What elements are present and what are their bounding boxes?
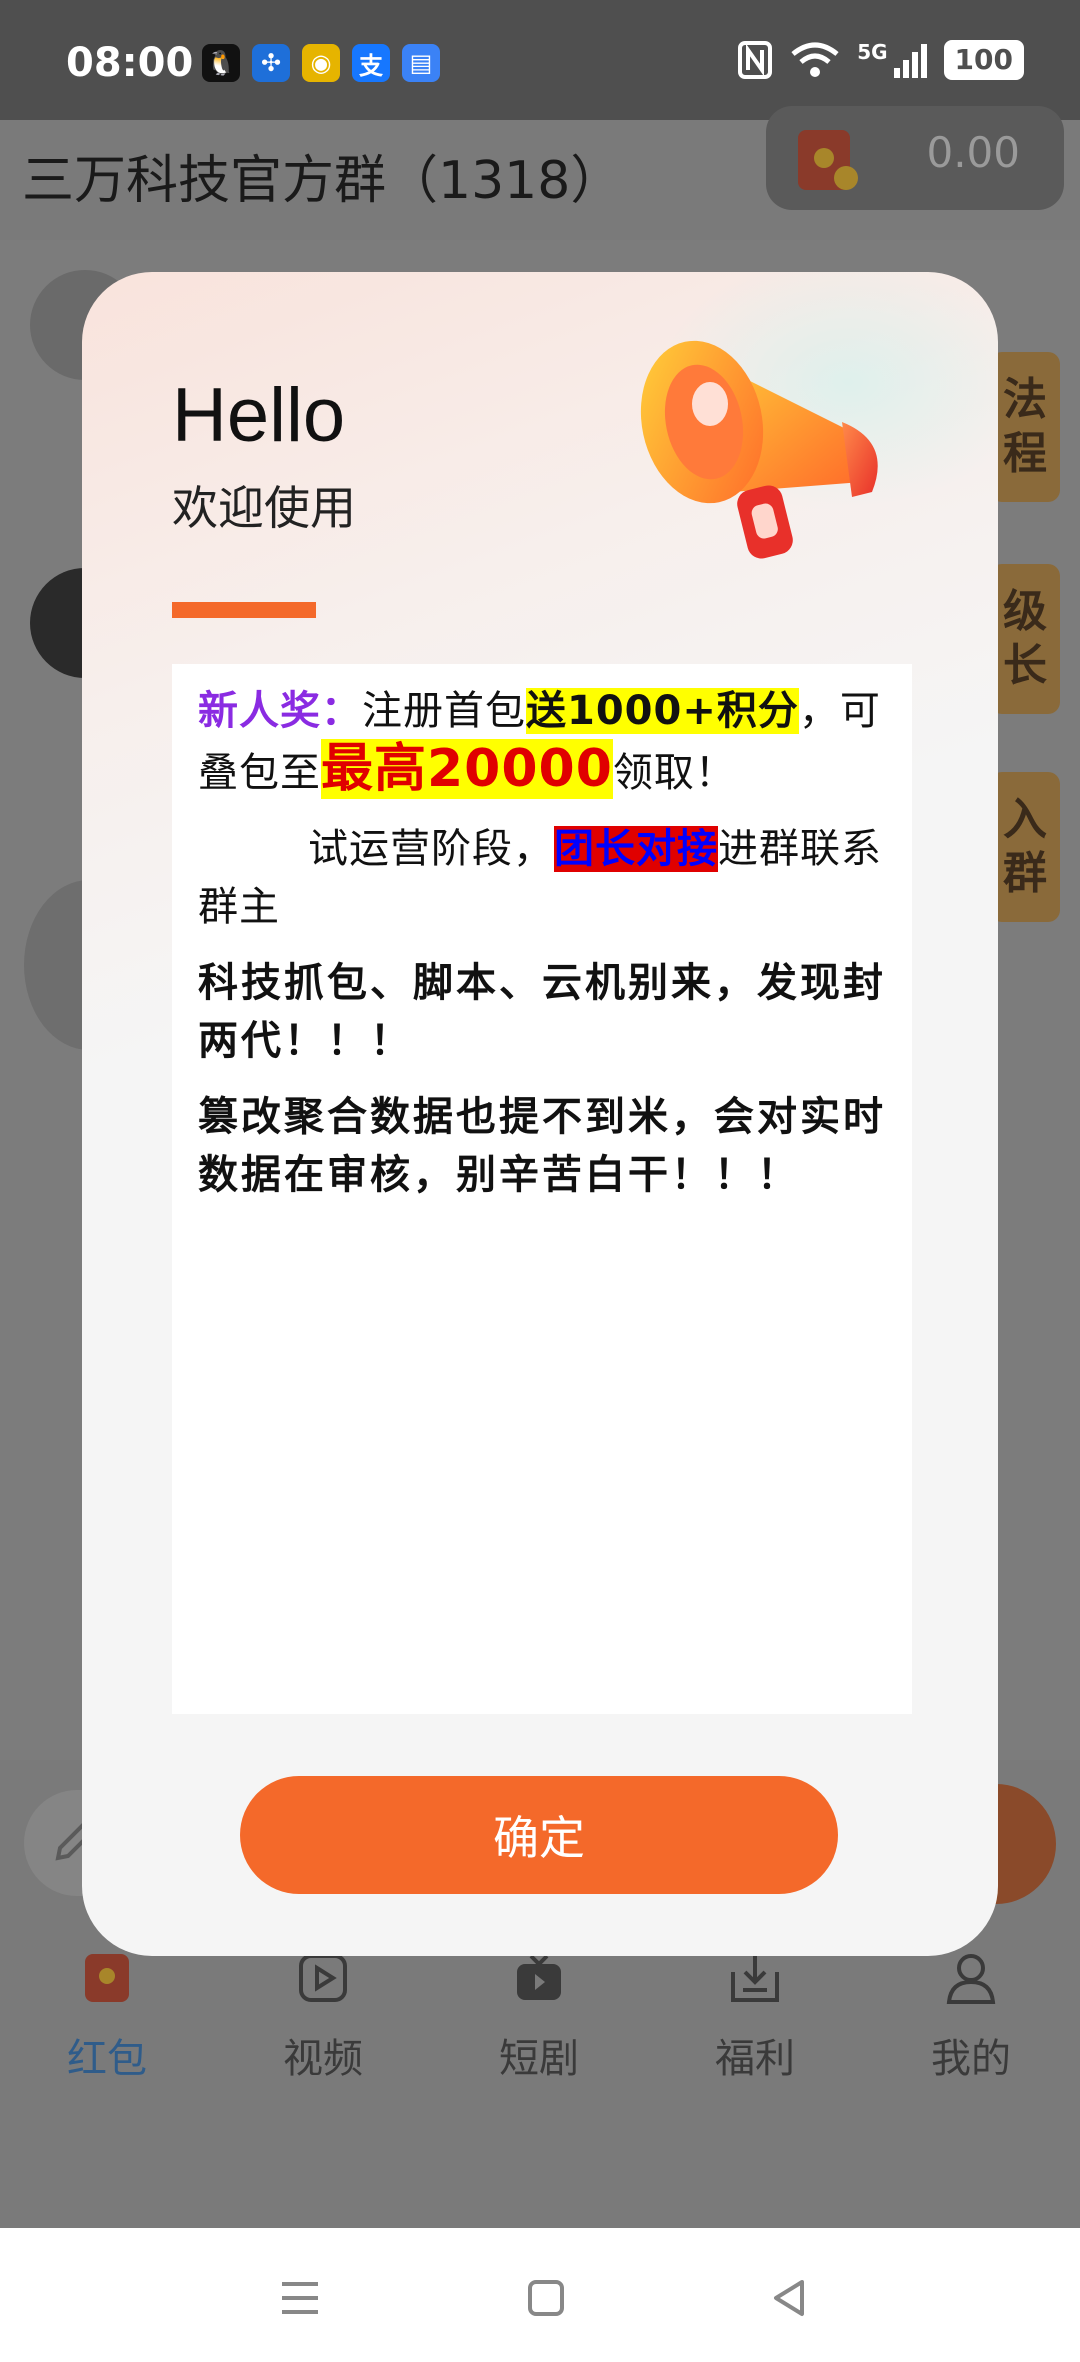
side-badge-text: 级 长 bbox=[1003, 586, 1047, 691]
points-highlight: 送1000+积分 bbox=[526, 688, 799, 734]
tab-label: 我的 bbox=[931, 2036, 1011, 2082]
nfc-icon bbox=[738, 41, 773, 79]
notice-paragraph: 新人奖：注册首包送1000+积分，可叠包至最高20000领取！ bbox=[198, 682, 886, 802]
alipay-icon: 支 bbox=[352, 44, 390, 82]
tab-red-packet[interactable]: 红包 bbox=[27, 1950, 187, 2084]
signal-icon bbox=[893, 44, 927, 78]
status-bar: 08:00 🐧 ✣ ◉ 支 ▤ 5G 100 bbox=[0, 0, 1080, 120]
notice-content: 新人奖：注册首包送1000+积分，可叠包至最高20000领取！ 试运营阶段，团长… bbox=[172, 664, 912, 1714]
warning-paragraph: 科技抓包、脚本、云机别来，发现封两代！！！ bbox=[198, 960, 886, 1064]
dialog-greeting: Hello bbox=[172, 373, 346, 458]
gift-box-icon bbox=[731, 1954, 779, 2002]
video-icon bbox=[299, 1954, 347, 2002]
side-badge[interactable]: 入 群 bbox=[990, 772, 1060, 922]
status-time: 08:00 bbox=[66, 40, 194, 86]
red-packet-icon bbox=[85, 1954, 129, 2002]
tab-mine[interactable]: 我的 bbox=[891, 1950, 1051, 2084]
tab-label: 红包 bbox=[67, 2036, 147, 2082]
side-badge[interactable]: 法 程 bbox=[990, 352, 1060, 502]
tab-welfare[interactable]: 福利 bbox=[675, 1950, 835, 2084]
notice-text: 注册首包 bbox=[362, 688, 526, 734]
accent-divider bbox=[172, 602, 316, 618]
tab-label: 短剧 bbox=[499, 2036, 579, 2082]
user-icon bbox=[946, 1954, 996, 2004]
back-icon[interactable] bbox=[760, 2268, 820, 2328]
tv-icon bbox=[517, 1954, 561, 2000]
confirm-button[interactable]: 确定 bbox=[240, 1776, 838, 1894]
bottom-tab-bar: 红包 视频 短剧 福利 我的 bbox=[0, 1928, 1080, 2228]
app-header: 三万科技官方群（1318） 0.00 bbox=[0, 106, 1080, 240]
max-highlight: 最高20000 bbox=[321, 739, 613, 799]
leader-highlight: 团长对接 bbox=[554, 826, 718, 872]
tab-short-drama[interactable]: 短剧 bbox=[459, 1950, 619, 2084]
warning-paragraph: 篡改聚合数据也提不到米，会对实时数据在审核，别辛苦白干！！！ bbox=[198, 1094, 886, 1198]
signal-label: 5G bbox=[857, 40, 888, 64]
side-badge[interactable]: 级 长 bbox=[990, 564, 1060, 714]
notification-icons: 🐧 ✣ ◉ 支 ▤ bbox=[202, 44, 440, 82]
tab-video[interactable]: 视频 bbox=[243, 1950, 403, 2084]
welcome-dialog: Hello 欢迎使用 新人奖：注册首包送1000+积分，可叠包至最高20000领… bbox=[82, 272, 998, 1956]
weibo-icon: ◉ bbox=[302, 44, 340, 82]
tab-label: 福利 bbox=[715, 2036, 795, 2082]
status-right: 5G 100 bbox=[737, 40, 1024, 80]
balance-value: 0.00 bbox=[926, 128, 1020, 177]
battery-indicator: 100 bbox=[943, 40, 1024, 80]
notice-text: 领取！ bbox=[612, 750, 736, 796]
new-user-label: 新人奖： bbox=[198, 688, 362, 734]
notice-paragraph: 试运营阶段，团长对接进群联系群主 bbox=[198, 820, 886, 936]
balance-pill[interactable]: 0.00 bbox=[766, 106, 1064, 210]
qq-icon: 🐧 bbox=[202, 44, 240, 82]
side-badge-text: 法 程 bbox=[1003, 374, 1047, 479]
dialog-subtitle: 欢迎使用 bbox=[172, 481, 356, 535]
wifi-icon bbox=[791, 42, 839, 77]
megaphone-icon bbox=[640, 340, 878, 559]
side-badge-text: 入 群 bbox=[1003, 794, 1047, 899]
menu-icon[interactable] bbox=[270, 2268, 330, 2328]
system-nav-bar bbox=[0, 2228, 1080, 2362]
group-title: 三万科技官方群（1318） bbox=[22, 151, 623, 211]
doc-icon: ▤ bbox=[402, 44, 440, 82]
notice-text: 试运营阶段， bbox=[308, 826, 554, 872]
red-packet-icon bbox=[798, 130, 858, 190]
tab-label: 视频 bbox=[283, 2036, 363, 2082]
pinwheel-icon: ✣ bbox=[252, 44, 290, 82]
home-icon[interactable] bbox=[516, 2268, 576, 2328]
